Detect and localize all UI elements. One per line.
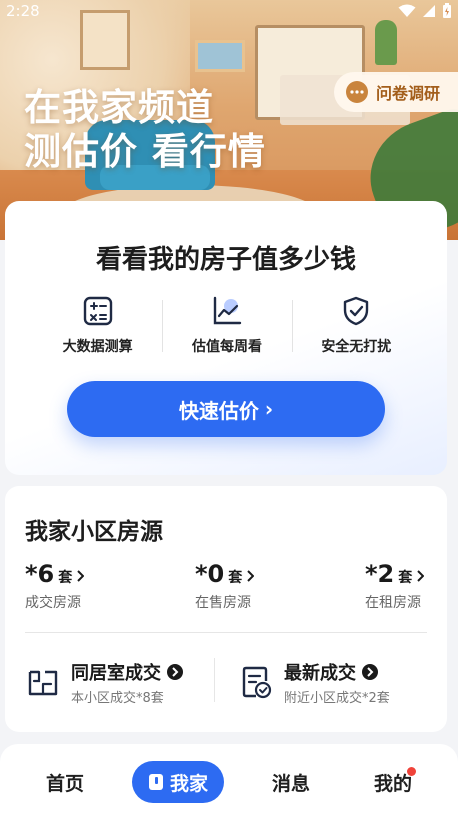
valuation-card: 看看我的房子值多少钱 大数据测算 估值每周看 安全无打扰 快速估价 ›	[5, 201, 447, 475]
stat-caption: 在租房源	[365, 595, 421, 611]
stat-number: *6	[25, 560, 55, 588]
link-subtitle: 本小区成交*8套	[71, 690, 164, 706]
chevron-right-icon	[247, 570, 255, 582]
hero-title: 在我家频道 测估价 看行情	[24, 86, 266, 174]
hero-painting	[195, 40, 245, 72]
feature-weekly-value: 估值每周看	[162, 296, 291, 358]
notification-dot	[406, 767, 416, 776]
chevron-right-icon	[417, 570, 425, 582]
latest-deals-link[interactable]: 最新成交 附近小区成交*2套	[214, 654, 427, 710]
hero-title-line2: 测估价 看行情	[24, 130, 266, 173]
feature-label: 大数据测算	[62, 339, 133, 355]
circle-arrow-icon	[362, 663, 378, 680]
link-title: 同居室成交	[71, 662, 161, 684]
document-check-icon	[242, 666, 272, 699]
feature-label: 估值每周看	[191, 339, 262, 355]
quick-valuation-button[interactable]: 快速估价 ›	[67, 381, 385, 437]
same-layout-deals-link[interactable]: 同居室成交 本小区成交*8套	[25, 654, 214, 710]
quick-valuation-label: 快速估价	[178, 398, 259, 423]
stat-for-sale[interactable]: *0 套 在售房源	[195, 560, 255, 612]
stat-unit: 套	[398, 570, 413, 586]
nav-home[interactable]: 首页	[30, 761, 100, 803]
stat-caption: 在售房源	[195, 595, 251, 611]
feature-label: 安全无打扰	[321, 339, 392, 355]
home-tab-icon	[148, 774, 163, 790]
status-icons	[398, 3, 452, 19]
stat-unit: 套	[58, 570, 73, 586]
shield-check-icon	[344, 296, 369, 326]
hero-vase	[375, 20, 397, 65]
valuation-features: 大数据测算 估值每周看 安全无打扰	[33, 296, 421, 358]
nav-label: 我家	[169, 772, 208, 795]
cell-signal-icon	[423, 5, 435, 17]
divider	[25, 632, 427, 633]
community-listings-card: 我家小区房源 *6 套 成交房源 *0 套 在售房源 *2 套 在租房源 同居室…	[5, 486, 447, 732]
more-dots-icon	[346, 81, 368, 103]
nav-profile[interactable]: 我的	[358, 761, 428, 803]
trend-chart-icon	[213, 296, 242, 325]
nav-label: 消息	[271, 772, 310, 795]
community-links: 同居室成交 本小区成交*8套 最新成交 附近小区成交*2套	[25, 654, 427, 710]
community-title: 我家小区房源	[25, 519, 163, 545]
calculator-icon	[83, 296, 112, 326]
stat-for-rent[interactable]: *2 套 在租房源	[365, 560, 425, 612]
hero-title-line1: 在我家频道	[24, 86, 214, 129]
survey-button[interactable]: 问卷调研	[334, 72, 458, 112]
circle-arrow-icon	[167, 663, 183, 680]
valuation-title: 看看我的房子值多少钱	[95, 245, 356, 275]
battery-icon	[443, 3, 451, 18]
stat-sold[interactable]: *6 套 成交房源	[25, 560, 85, 612]
feature-no-disturb: 安全无打扰	[291, 296, 421, 358]
status-bar: 2:28	[0, 0, 458, 22]
stat-number: *0	[195, 560, 225, 588]
status-time: 2:28	[6, 2, 40, 20]
feature-big-data: 大数据测算	[33, 296, 162, 358]
link-title: 最新成交	[284, 662, 356, 684]
stat-unit: 套	[228, 570, 243, 586]
link-subtitle: 附近小区成交*2套	[284, 690, 390, 706]
nav-messages[interactable]: 消息	[256, 761, 326, 803]
wifi-icon	[398, 4, 416, 17]
nav-my-home[interactable]: 我家	[131, 761, 224, 803]
stat-caption: 成交房源	[25, 595, 81, 611]
community-stats: *6 套 成交房源 *0 套 在售房源 *2 套 在租房源	[25, 560, 427, 612]
stat-number: *2	[365, 560, 395, 588]
nav-label: 首页	[45, 772, 84, 795]
bottom-nav: 首页 我家 消息 我的	[0, 744, 458, 820]
floorplan-icon	[28, 670, 58, 696]
survey-button-label: 问卷调研	[376, 84, 441, 103]
chevron-right-icon	[77, 570, 85, 582]
chevron-right-icon: ›	[264, 397, 274, 421]
